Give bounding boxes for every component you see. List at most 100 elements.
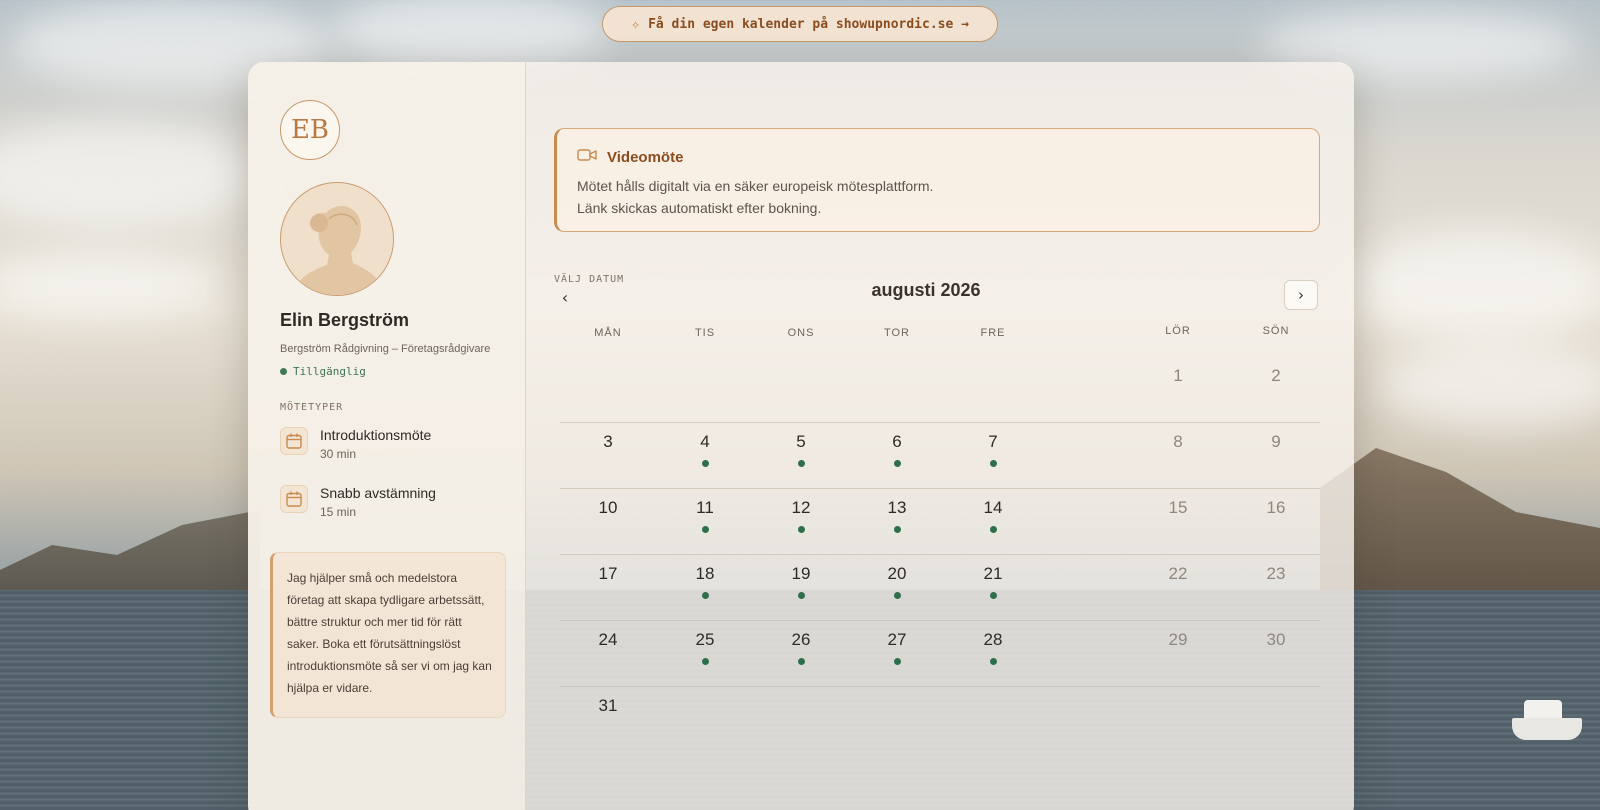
calendar-day[interactable]: 26 (753, 630, 849, 680)
weekday-header: SÖN (1262, 325, 1290, 337)
logo: EB (280, 100, 340, 160)
meeting-type-intro[interactable]: Introduktionsmöte 30 min (280, 427, 505, 461)
calendar-day: 31 (560, 696, 656, 746)
day-number: 12 (791, 498, 811, 517)
row-divider (560, 620, 1320, 621)
day-number: 25 (695, 630, 715, 649)
weekday-header: TOR (883, 327, 911, 339)
day-number: 23 (1266, 564, 1286, 583)
meeting-type-quick[interactable]: Snabb avstämning 15 min (280, 485, 505, 519)
logo-initials: EB (290, 115, 330, 145)
weekday-header: LÖR (1165, 325, 1191, 337)
calendar-day[interactable]: 5 (753, 432, 849, 482)
day-number: 30 (1266, 630, 1286, 649)
profile-company: Bergström Rådgivning – Företagsrådgivare (280, 343, 491, 355)
promo-text: Få din egen kalender på showupnordic.se … (648, 16, 969, 32)
availability-dot-icon (989, 592, 997, 599)
boat-image (1512, 690, 1582, 740)
calendar-day: 30 (1228, 630, 1324, 680)
row-divider (560, 554, 1320, 555)
day-number: 17 (598, 564, 618, 583)
calendar-day[interactable]: 19 (753, 564, 849, 614)
meeting-type-duration: 15 min (320, 505, 357, 519)
row-divider (560, 488, 1320, 489)
availability-dot-icon (797, 526, 805, 533)
calendar-day[interactable]: 28 (945, 630, 1041, 680)
calendar-day: 22 (1130, 564, 1226, 614)
day-number: 20 (887, 564, 907, 583)
calendar-day: 8 (1130, 432, 1226, 482)
calendar-day[interactable]: 11 (657, 498, 753, 548)
calendar-day[interactable]: 4 (657, 432, 753, 482)
availability-dot-icon (701, 460, 709, 467)
next-month-button[interactable]: › (1284, 280, 1318, 310)
calendar-day[interactable]: 21 (945, 564, 1041, 614)
day-number: 27 (887, 630, 907, 649)
calendar-day: 17 (560, 564, 656, 614)
weekday-header: MÅN (594, 327, 622, 339)
availability-dot-icon (893, 526, 901, 533)
chevron-left-icon: ‹ (561, 287, 569, 307)
chevron-right-icon: › (1298, 286, 1304, 304)
calendar-day[interactable]: 14 (945, 498, 1041, 548)
day-number: 15 (1168, 498, 1188, 517)
day-number: 22 (1168, 564, 1188, 583)
day-number: 29 (1168, 630, 1188, 649)
day-number: 19 (791, 564, 811, 583)
day-number: 1 (1173, 366, 1183, 385)
availability-dot-icon (797, 658, 805, 665)
availability-dot-icon (989, 658, 997, 665)
calendar-day: 10 (560, 498, 656, 548)
about-text: Jag hjälper små och medelstora företag a… (270, 552, 506, 718)
calendar-day[interactable]: 7 (945, 432, 1041, 482)
calendar-icon (280, 485, 308, 513)
calendar-day[interactable]: 25 (657, 630, 753, 680)
profile-name: Elin Bergström (280, 310, 410, 330)
calendar-day[interactable]: 27 (849, 630, 945, 680)
promo-banner-link[interactable]: ✧ Få din egen kalender på showupnordic.s… (602, 6, 998, 42)
video-meeting-info: Videomöte Mötet hålls digitalt via en sä… (554, 128, 1320, 232)
video-title: Videomöte (607, 148, 684, 166)
calendar-day: 29 (1130, 630, 1226, 680)
calendar-day[interactable]: 12 (753, 498, 849, 548)
day-number: 9 (1271, 432, 1281, 451)
prev-month-button[interactable]: ‹ (554, 286, 576, 308)
booking-card: EB Elin Bergström Bergström Rådgivning –… (248, 62, 1354, 810)
calendar-day: 24 (560, 630, 656, 680)
day-number: 5 (796, 432, 806, 451)
availability-dot-icon (701, 592, 709, 599)
weekday-header: ONS (787, 327, 815, 339)
meeting-type-duration: 30 min (320, 447, 357, 461)
weekday-header: TIS (694, 327, 716, 339)
calendar-day[interactable]: 13 (849, 498, 945, 548)
day-number: 6 (892, 432, 902, 451)
sparkle-icon: ✧ (631, 15, 641, 33)
calendar-day: 2 (1228, 366, 1324, 416)
availability-status: Tillgänglig (280, 365, 505, 378)
day-number: 10 (598, 498, 618, 517)
calendar-day: 9 (1228, 432, 1324, 482)
availability-dot-icon (797, 460, 805, 467)
day-number: 7 (988, 432, 998, 451)
day-number: 31 (598, 696, 618, 715)
calendar-day: 1 (1130, 366, 1226, 416)
calendar-day[interactable]: 18 (657, 564, 753, 614)
day-number: 24 (598, 630, 618, 649)
availability-dot-icon (701, 526, 709, 533)
day-number: 8 (1173, 432, 1183, 451)
day-number: 4 (700, 432, 710, 451)
weekday-header: FRE (980, 327, 1006, 339)
status-dot-icon (280, 368, 287, 375)
row-divider (560, 422, 1320, 423)
calendar-day[interactable]: 20 (849, 564, 945, 614)
month-title: augusti 2026 (871, 280, 981, 300)
calendar-day: 16 (1228, 498, 1324, 548)
availability-dot-icon (989, 460, 997, 467)
meeting-types-label: MÖTETYPER (280, 402, 344, 413)
calendar-day[interactable]: 6 (849, 432, 945, 482)
calendar-day: 15 (1130, 498, 1226, 548)
video-line-2: Länk skickas automatiskt efter bokning. (577, 200, 822, 216)
availability-dot-icon (797, 592, 805, 599)
calendar-icon (280, 427, 308, 455)
calendar-panel: Videomöte Mötet hålls digitalt via en sä… (526, 62, 1354, 810)
